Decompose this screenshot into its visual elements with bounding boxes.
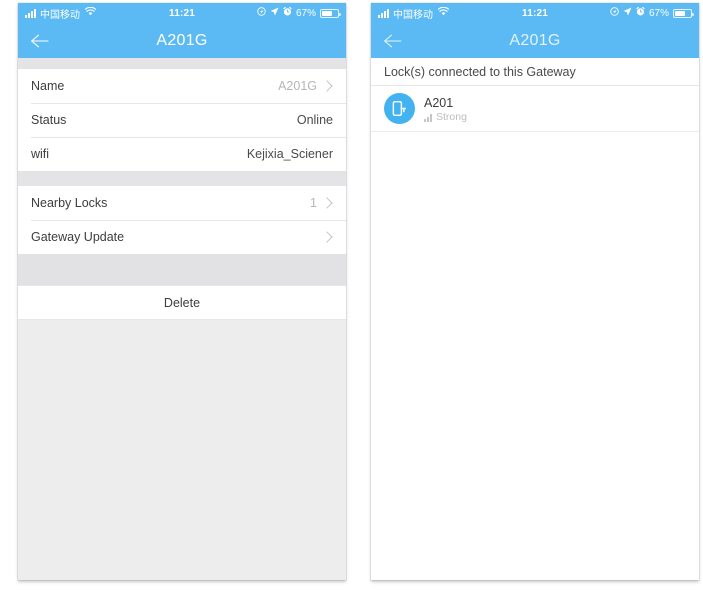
empty-area-right: [371, 132, 699, 580]
location-services-icon: [610, 7, 619, 19]
row-name-label: Name: [31, 79, 65, 93]
row-nearby-locks-label: Nearby Locks: [31, 196, 108, 210]
row-nearby-locks-right: 1: [310, 196, 333, 210]
row-wifi: wifi Kejixia_Sciener: [18, 137, 346, 171]
chevron-right-icon: [321, 80, 333, 92]
door-lock-icon: [384, 93, 415, 124]
row-status-value: Online: [296, 113, 333, 127]
chevron-right-icon: [321, 197, 333, 209]
list-item[interactable]: A201 Strong: [371, 86, 699, 132]
actions-group: Nearby Locks 1 Gateway Update: [18, 186, 346, 254]
row-nearby-locks[interactable]: Nearby Locks 1: [18, 186, 346, 220]
row-gateway-update-label: Gateway Update: [31, 230, 125, 244]
alarm-clock-icon: [283, 6, 292, 19]
navigation-arrow-icon: [270, 7, 279, 19]
status-bar-right: 中国移动 11:21 67%: [371, 3, 699, 23]
section-spacer-top: [18, 58, 346, 69]
connected-locks-screen: 中国移动 11:21 67% A201G Lock(s) connected t…: [371, 3, 699, 580]
delete-button[interactable]: Delete: [18, 285, 346, 320]
row-wifi-value: Kejixia_Sciener: [246, 147, 333, 161]
empty-area-left: [18, 320, 346, 580]
row-gateway-update[interactable]: Gateway Update: [18, 220, 346, 254]
battery-percent-label: 67%: [295, 7, 316, 19]
gateway-detail-screen: 中国移动 11:21 67% A201G Name A201G Status O…: [18, 3, 346, 580]
lock-name-label: A201: [424, 95, 454, 110]
locks-section-header: Lock(s) connected to this Gateway: [371, 58, 699, 86]
row-name-right: A201G: [278, 79, 333, 93]
back-arrow-icon[interactable]: [383, 23, 417, 58]
chevron-right-icon: [321, 231, 333, 243]
status-bar-left: 中国移动 11:21 67%: [18, 3, 346, 23]
battery-icon: [673, 8, 694, 18]
row-wifi-right: Kejixia_Sciener: [247, 147, 333, 161]
row-wifi-label: wifi: [31, 147, 50, 161]
battery-icon: [320, 8, 341, 18]
section-spacer-before-delete: [18, 254, 346, 285]
row-name[interactable]: Name A201G: [18, 69, 346, 103]
back-arrow-icon[interactable]: [30, 23, 64, 58]
page-title: A201G: [156, 31, 208, 49]
page-title: A201G: [509, 31, 561, 49]
info-group: Name A201G Status Online wifi Kejixia_Sc…: [18, 69, 346, 171]
row-status-right: Online: [297, 113, 333, 127]
status-bar-right-group: 67%: [257, 6, 341, 19]
row-status: Status Online: [18, 103, 346, 137]
navigation-arrow-icon: [623, 7, 632, 19]
row-name-value: A201G: [278, 79, 317, 93]
lock-signal: Strong: [424, 110, 467, 123]
section-spacer-mid: [18, 171, 346, 186]
row-nearby-locks-value: 1: [310, 196, 317, 210]
location-services-icon: [257, 7, 266, 19]
navigation-bar-right: A201G: [371, 23, 699, 58]
alarm-clock-icon: [636, 6, 645, 19]
signal-strength-label: Strong: [436, 110, 467, 123]
battery-percent-label: 67%: [648, 7, 669, 19]
lock-info: A201 Strong: [424, 96, 467, 122]
row-gateway-update-right: [317, 231, 333, 243]
settings-content: Name A201G Status Online wifi Kejixia_Sc…: [18, 58, 346, 580]
signal-strength-icon: [424, 113, 432, 122]
locks-content: Lock(s) connected to this Gateway A201 S…: [371, 58, 699, 580]
navigation-bar-left: A201G: [18, 23, 346, 58]
row-status-label: Status: [31, 113, 67, 127]
status-bar-right-group: 67%: [610, 6, 694, 19]
